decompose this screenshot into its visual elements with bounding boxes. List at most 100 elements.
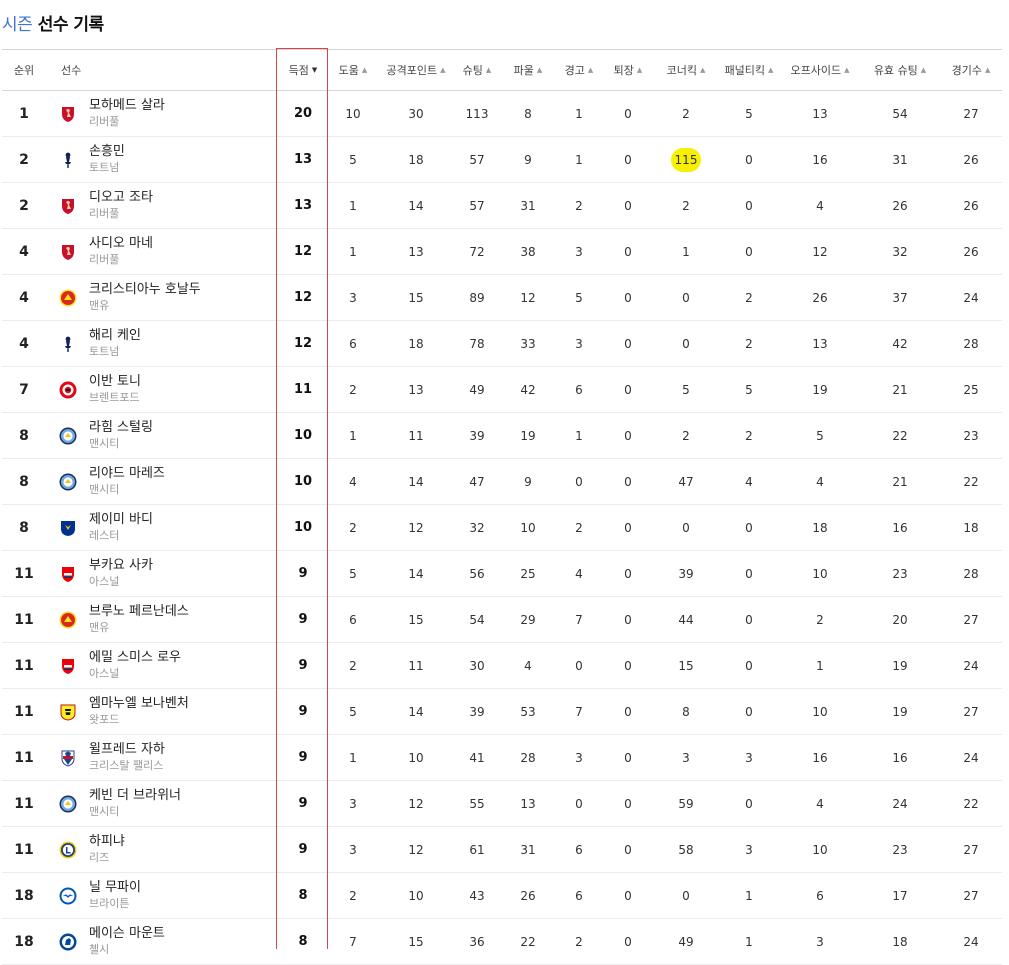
column-header-shots[interactable]: 슈팅 ▲ xyxy=(454,50,500,90)
cell-offsides: 10 xyxy=(780,827,860,872)
cell-yellow: 2 xyxy=(556,919,602,964)
sort-desc-icon[interactable]: ▼ xyxy=(312,66,317,74)
value-offsides: 4 xyxy=(816,474,824,489)
player-name[interactable]: 디오고 조타 xyxy=(89,190,153,206)
player-name[interactable]: 엠마누엘 보나벤처 xyxy=(89,696,189,712)
player-name[interactable]: 이반 토니 xyxy=(89,374,141,390)
value-penalties: 3 xyxy=(745,750,753,765)
value-offsides: 4 xyxy=(816,796,824,811)
player-name[interactable]: 사디오 마네 xyxy=(89,236,153,252)
sort-asc-icon[interactable]: ▲ xyxy=(362,66,367,74)
column-header-shots-on[interactable]: 유효 슈팅 ▲ xyxy=(860,50,940,90)
sort-asc-icon[interactable]: ▲ xyxy=(768,66,773,74)
player-name[interactable]: 하피냐 xyxy=(89,834,125,850)
sort-asc-icon[interactable]: ▲ xyxy=(486,66,491,74)
cell-penalties: 0 xyxy=(718,689,780,734)
player-name[interactable]: 닐 무파이 xyxy=(89,880,141,896)
table-row: 1 모하메드 살라 리버풀 20 10 30 113 8 1 0 2 5 13 54 27 xyxy=(2,91,1002,137)
player-name[interactable]: 모하메드 살라 xyxy=(89,98,165,114)
cell-games: 27 xyxy=(940,873,1002,918)
column-header-player: 선수 xyxy=(46,50,266,90)
cell-shots: 30 xyxy=(454,643,500,688)
sort-asc-icon[interactable]: ▲ xyxy=(588,66,593,74)
column-header-red[interactable]: 퇴장 ▲ xyxy=(602,50,654,90)
cell-player: 크리스티아누 호날두 맨유 xyxy=(46,275,266,320)
cell-points: 12 xyxy=(378,505,454,550)
value-rank: 11 xyxy=(14,749,34,766)
column-header-yellow[interactable]: 경고 ▲ xyxy=(556,50,602,90)
column-header-corners[interactable]: 코너킥 ▲ xyxy=(654,50,718,90)
column-header-penalties[interactable]: 패널티킥 ▲ xyxy=(718,50,780,90)
sort-asc-icon[interactable]: ▲ xyxy=(700,66,705,74)
player-name[interactable]: 브루노 페르난데스 xyxy=(89,604,189,620)
column-header-games[interactable]: 경기수 ▲ xyxy=(940,50,1002,90)
player-name[interactable]: 케빈 더 브라위너 xyxy=(89,788,181,804)
value-points: 10 xyxy=(408,750,424,765)
cell-fouls: 19 xyxy=(500,413,556,458)
value-yellow: 1 xyxy=(575,152,583,167)
cell-goals: 20 xyxy=(278,91,328,136)
value-rank: 1 xyxy=(19,105,29,122)
value-corners: 0 xyxy=(682,336,690,351)
cell-shots: 56 xyxy=(454,551,500,596)
value-goals: 13 xyxy=(293,198,313,213)
cell-offsides: 4 xyxy=(780,183,860,228)
value-offsides: 16 xyxy=(812,152,828,167)
cell-games: 27 xyxy=(940,689,1002,734)
column-header-fouls[interactable]: 파울 ▲ xyxy=(500,50,556,90)
cell-games: 23 xyxy=(940,413,1002,458)
cell-rank: 11 xyxy=(2,551,46,596)
sort-asc-icon[interactable]: ▲ xyxy=(985,66,990,74)
player-name[interactable]: 리야드 마레즈 xyxy=(89,466,165,482)
cell-shots-on: 22 xyxy=(860,413,940,458)
sort-asc-icon[interactable]: ▲ xyxy=(440,66,445,74)
value-red: 0 xyxy=(624,934,632,949)
cell-offsides: 13 xyxy=(780,321,860,366)
column-header-points[interactable]: 공격포인트 ▲ xyxy=(378,50,454,90)
player-info: 브루노 페르난데스 맨유 xyxy=(89,604,189,636)
cell-shots-on: 16 xyxy=(860,505,940,550)
cell-goals: 9 xyxy=(278,689,328,734)
value-shots: 72 xyxy=(469,244,485,259)
value-fouls: 28 xyxy=(520,750,536,765)
cell-yellow: 2 xyxy=(556,505,602,550)
column-header-label: 경고 xyxy=(564,64,585,77)
player-name[interactable]: 에밀 스미스 로우 xyxy=(89,650,181,666)
sort-asc-icon[interactable]: ▲ xyxy=(921,66,926,74)
season-link[interactable]: 시즌 xyxy=(2,15,33,35)
player-name[interactable]: 부카요 사카 xyxy=(89,558,153,574)
cell-points: 12 xyxy=(378,781,454,826)
table-row: 4 크리스티아누 호날두 맨유 12 3 15 89 12 5 0 0 2 26 37 24 xyxy=(2,275,1002,321)
value-shots: 89 xyxy=(469,290,485,305)
liverbird-icon xyxy=(46,105,89,123)
cell-shots: 57 xyxy=(454,137,500,182)
value-fouls: 26 xyxy=(520,888,536,903)
value-penalties: 2 xyxy=(745,290,753,305)
value-games: 27 xyxy=(963,842,979,857)
cell-assists: 1 xyxy=(328,229,378,274)
cell-shots: 36 xyxy=(454,919,500,964)
sort-asc-icon[interactable]: ▲ xyxy=(637,66,642,74)
cell-shots-on: 18 xyxy=(860,919,940,964)
player-name[interactable]: 라힘 스털링 xyxy=(89,420,153,436)
column-header-assists[interactable]: 도움 ▲ xyxy=(328,50,378,90)
fox-icon xyxy=(46,519,89,537)
sort-asc-icon[interactable]: ▲ xyxy=(844,66,849,74)
sort-asc-icon[interactable]: ▲ xyxy=(537,66,542,74)
player-name[interactable]: 윌프레드 자하 xyxy=(89,742,165,758)
player-name[interactable]: 손흥민 xyxy=(89,144,125,160)
value-corners: 0 xyxy=(682,290,690,305)
player-name[interactable]: 크리스티아누 호날두 xyxy=(89,282,201,298)
player-name[interactable]: 제이미 바디 xyxy=(89,512,153,528)
value-corners: 8 xyxy=(682,704,690,719)
cell-yellow: 0 xyxy=(556,781,602,826)
cell-shots: 54 xyxy=(454,597,500,642)
player-name[interactable]: 해리 케인 xyxy=(89,328,141,344)
column-header-offsides[interactable]: 오프사이드 ▲ xyxy=(780,50,860,90)
value-goals: 13 xyxy=(293,152,313,167)
value-corners: 47 xyxy=(678,474,694,489)
column-header-goals[interactable]: 득점 ▼ xyxy=(278,50,328,90)
value-shots-on: 19 xyxy=(892,704,908,719)
value-penalties: 0 xyxy=(745,704,753,719)
cell-penalties: 3 xyxy=(718,827,780,872)
